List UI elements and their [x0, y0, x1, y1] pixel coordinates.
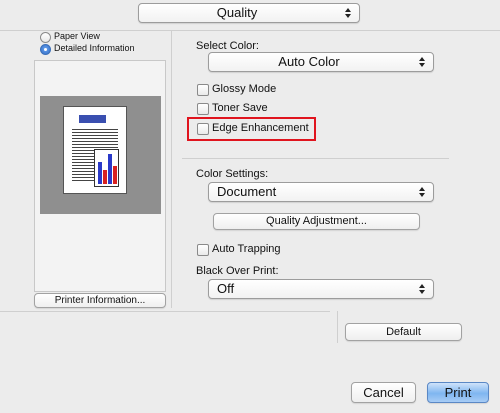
content-bottom-divider — [0, 311, 330, 312]
popup-arrows-icon — [345, 8, 351, 18]
popup-arrows-icon — [419, 57, 425, 67]
preview-gray-area — [40, 96, 161, 214]
select-color-value: Auto Color — [278, 54, 340, 69]
glossy-mode-label: Glossy Mode — [212, 83, 277, 95]
black-over-print-value: Off — [217, 281, 235, 296]
page-thumbnail — [63, 106, 127, 194]
page-chart — [94, 149, 119, 187]
black-over-print-label: Black Over Print: — [196, 265, 279, 277]
edge-enhancement-checkbox[interactable] — [197, 123, 209, 135]
black-over-print-popup[interactable]: Off — [208, 279, 434, 299]
auto-trapping-label: Auto Trapping — [212, 243, 281, 255]
radio-paper-view-label: Paper View — [54, 31, 100, 41]
auto-trapping-checkbox[interactable] — [197, 244, 209, 256]
toner-save-label: Toner Save — [212, 102, 268, 114]
vertical-divider — [171, 30, 172, 308]
color-settings-value: Document — [217, 184, 277, 199]
chart-bar — [103, 170, 107, 184]
printer-information-button[interactable]: Printer Information... — [34, 293, 166, 308]
select-color-popup[interactable]: Auto Color — [208, 52, 434, 72]
default-button[interactable]: Default — [345, 323, 462, 341]
print-button-label: Print — [444, 385, 472, 400]
quality-popup[interactable]: Quality — [138, 3, 360, 23]
radio-detailed-information[interactable] — [40, 44, 51, 55]
quality-popup-value: Quality — [216, 5, 258, 20]
select-color-label: Select Color: — [196, 40, 259, 52]
radio-paper-view[interactable] — [40, 32, 51, 43]
chart-bar — [108, 154, 112, 184]
radio-detailed-information-label: Detailed Information — [54, 43, 135, 53]
edge-enhancement-label: Edge Enhancement — [212, 122, 309, 134]
chart-bar — [98, 162, 102, 184]
page-title-block — [79, 115, 106, 123]
toner-save-checkbox[interactable] — [197, 103, 209, 115]
popup-arrows-icon — [419, 284, 425, 294]
quality-adjustment-button-label: Quality Adjustment... — [266, 215, 367, 227]
quality-adjustment-button[interactable]: Quality Adjustment... — [213, 213, 420, 230]
default-button-label: Default — [386, 326, 421, 338]
printer-information-button-label: Printer Information... — [54, 295, 146, 306]
cancel-button[interactable]: Cancel — [351, 382, 416, 403]
print-button[interactable]: Print — [427, 382, 489, 403]
preview-panel — [34, 60, 166, 292]
cancel-button-label: Cancel — [363, 385, 404, 400]
glossy-mode-checkbox[interactable] — [197, 84, 209, 96]
color-settings-label: Color Settings: — [196, 168, 269, 180]
content-bottom-divider-right — [337, 311, 338, 343]
color-settings-popup[interactable]: Document — [208, 182, 434, 202]
popup-arrows-icon — [419, 187, 425, 197]
chart-bar — [113, 166, 117, 184]
settings-divider — [182, 158, 449, 159]
